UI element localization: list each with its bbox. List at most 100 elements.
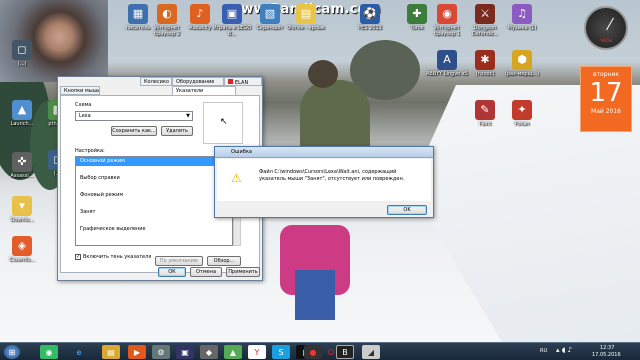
customize-label: Настройка:	[75, 148, 105, 154]
person-hat	[308, 60, 338, 88]
desktop-shortcut[interactable]: ♫ Музыка (1)	[500, 4, 544, 31]
taskbar-folder-icon[interactable]: ▤	[102, 345, 120, 359]
error-message: Файл C:\windows\Cursors\Lexa\Wait.ani, с…	[259, 169, 405, 182]
shortcut-label: Pokan	[514, 121, 530, 127]
calendar-weekday: вторник	[593, 71, 619, 78]
tab-elan[interactable]: ELAN	[224, 77, 262, 86]
list-item[interactable]: Графическое выделение	[76, 225, 232, 234]
tray-icons[interactable]: ▴ ◖ ♪	[556, 346, 572, 354]
taskbar-bandicam-icon[interactable]: B	[336, 345, 354, 359]
warning-icon: ⚠	[231, 171, 242, 185]
tray-lang[interactable]: RU	[540, 348, 547, 354]
cancel-button[interactable]: Отмена	[190, 267, 222, 277]
error-titlebar: Ошибка	[215, 147, 433, 158]
desktop-shortcut[interactable]: ⚽ PES 2013	[348, 4, 392, 31]
taskbar-ie-icon[interactable]: e	[70, 345, 88, 359]
elan-logo-icon	[228, 79, 233, 84]
desktop-shortcut[interactable]: ✦ Pokan	[500, 100, 544, 127]
taskbar-skype-icon[interactable]: S	[272, 345, 290, 359]
taskbar: ⊞ ◉ e ▤ ▶ ⚙ ▣ ◆ ▲ Y S ▮ ● O B ◢ RU ▴ ◖ ♪…	[0, 342, 640, 360]
taskbar-chrome-icon[interactable]: ◉	[40, 345, 58, 359]
shortcut-icon: ◻	[12, 40, 32, 60]
taskbar-app-icon[interactable]: ▲	[224, 345, 242, 359]
tab-elan-label: ELAN	[235, 80, 249, 86]
shortcut-icon: ▤	[296, 4, 316, 24]
shortcut-label: Clownfis...	[9, 257, 35, 263]
taskbar-settings-icon[interactable]: ⚙	[152, 345, 170, 359]
browse-button[interactable]: Обзор...	[207, 256, 241, 266]
shortcut-icon: ⚔	[475, 4, 495, 24]
shortcut-icon: ▾	[12, 196, 32, 216]
taskbar-mouse-icon[interactable]: ◢	[362, 345, 380, 359]
shortcut-icon: ◐	[157, 4, 177, 24]
chevron-down-icon: ▼	[186, 113, 190, 119]
use-default-button[interactable]: По умолчанию	[155, 256, 203, 266]
pointer-list[interactable]: Основной режим Выбор справки Фоновый реж…	[75, 156, 233, 246]
delete-scheme-button[interactable]: Удалить	[161, 126, 193, 136]
shortcut-icon: ◈	[12, 236, 32, 256]
scheme-select[interactable]: Lexa ▼	[75, 111, 193, 121]
desktop-shortcut[interactable]: ◈ Clownfis...	[0, 236, 44, 263]
error-ok-button[interactable]: OK	[387, 205, 427, 215]
shadow-checkbox[interactable]: ✓	[75, 254, 81, 260]
child-jeans	[295, 270, 335, 320]
shortcut-icon: ♪	[190, 4, 210, 24]
shortcut-label: PES 2013	[358, 25, 382, 31]
ok-button[interactable]: ОК	[158, 267, 186, 277]
list-item[interactable]: Фоновый режим	[76, 191, 232, 200]
shortcut-label: Музыка (1)	[507, 25, 537, 31]
shortcut-label: (...)	[17, 61, 27, 67]
shortcut-icon: ▲	[12, 100, 32, 120]
save-as-button[interactable]: Сохранить как...	[111, 126, 157, 136]
start-button[interactable]: ⊞	[4, 345, 20, 359]
taskbar-yandex-icon[interactable]: Y	[248, 345, 266, 359]
tab-strip: Колесико Оборудование ELAN Указатели Кно…	[58, 77, 262, 97]
list-item[interactable]: Основной режим	[76, 157, 232, 166]
error-dialog: Ошибка ⚠ Файл C:\windows\Cursors\Lexa\Wa…	[214, 146, 434, 218]
desktop-shortcut[interactable]: ▾ Downlo...	[0, 196, 44, 223]
taskbar-game-icon[interactable]: ◆	[200, 345, 218, 359]
list-item[interactable]: Занят	[76, 208, 232, 217]
calendar-gadget[interactable]: вторник 17 Май 2016	[580, 66, 632, 132]
desktop-shortcut[interactable]: ▤ Фотки - ярлык	[284, 4, 328, 31]
taskbar-window-icon[interactable]: ▣	[176, 345, 194, 359]
taskbar-media-icon[interactable]: ▶	[128, 345, 146, 359]
pointer-preview: ↖	[203, 102, 243, 144]
shortcut-icon: ⚽	[360, 4, 380, 24]
taskbar-record-icon[interactable]: ●	[304, 345, 322, 359]
tab-hardware[interactable]: Оборудование	[172, 77, 224, 86]
shortcut-icon: ✎	[475, 100, 495, 120]
shortcut-label: Фотки - ярлык	[287, 25, 325, 31]
arrow-cursor-icon: ↖	[220, 117, 228, 127]
apply-button[interactable]: Применить	[226, 267, 260, 277]
tab-buttons[interactable]: Кнопки мыши	[60, 86, 100, 95]
shortcut-icon: A	[437, 50, 457, 70]
shortcut-label: (раз-мерщ...)	[504, 71, 540, 77]
shadow-label: Включить тень указателя	[83, 254, 152, 260]
tray-time[interactable]: 12:37	[600, 345, 614, 351]
shortcut-icon: ◉	[437, 4, 457, 24]
shortcut-icon: ▧	[260, 4, 280, 24]
clock-label: ЧАСЫ	[600, 38, 612, 43]
desktop-shortcut[interactable]: ◻(...)	[0, 40, 44, 67]
clock-gadget[interactable]: ЧАСЫ	[584, 6, 628, 50]
list-item[interactable]: Выбор справки	[76, 174, 232, 183]
error-title: Ошибка	[231, 149, 252, 155]
desktop-shortcut[interactable]: ⬢ (раз-мерщ...)	[500, 50, 544, 77]
shortcut-icon: ✦	[512, 100, 532, 120]
shortcut-icon: ♫	[512, 4, 532, 24]
shortcut-icon: ▣	[222, 4, 242, 24]
calendar-day: 17	[589, 78, 623, 108]
error-body: ⚠ Файл C:\windows\Cursors\Lexa\Wait.ani,…	[217, 159, 431, 201]
scheme-label: Схема	[75, 102, 92, 108]
scheme-value: Lexa	[79, 113, 91, 119]
calendar-month: Май 2016	[591, 108, 621, 115]
shortcut-icon: ✱	[475, 50, 495, 70]
shortcut-icon: ⬢	[512, 50, 532, 70]
shortcut-label: Downlo...	[10, 217, 34, 223]
tab-pointers[interactable]: Указатели	[172, 86, 236, 95]
shortcut-icon: ✜	[12, 152, 32, 172]
shortcut-icon: ✚	[407, 4, 427, 24]
tray-date[interactable]: 17.05.2016	[592, 352, 621, 358]
tab-wheel[interactable]: Колесико	[140, 77, 172, 86]
